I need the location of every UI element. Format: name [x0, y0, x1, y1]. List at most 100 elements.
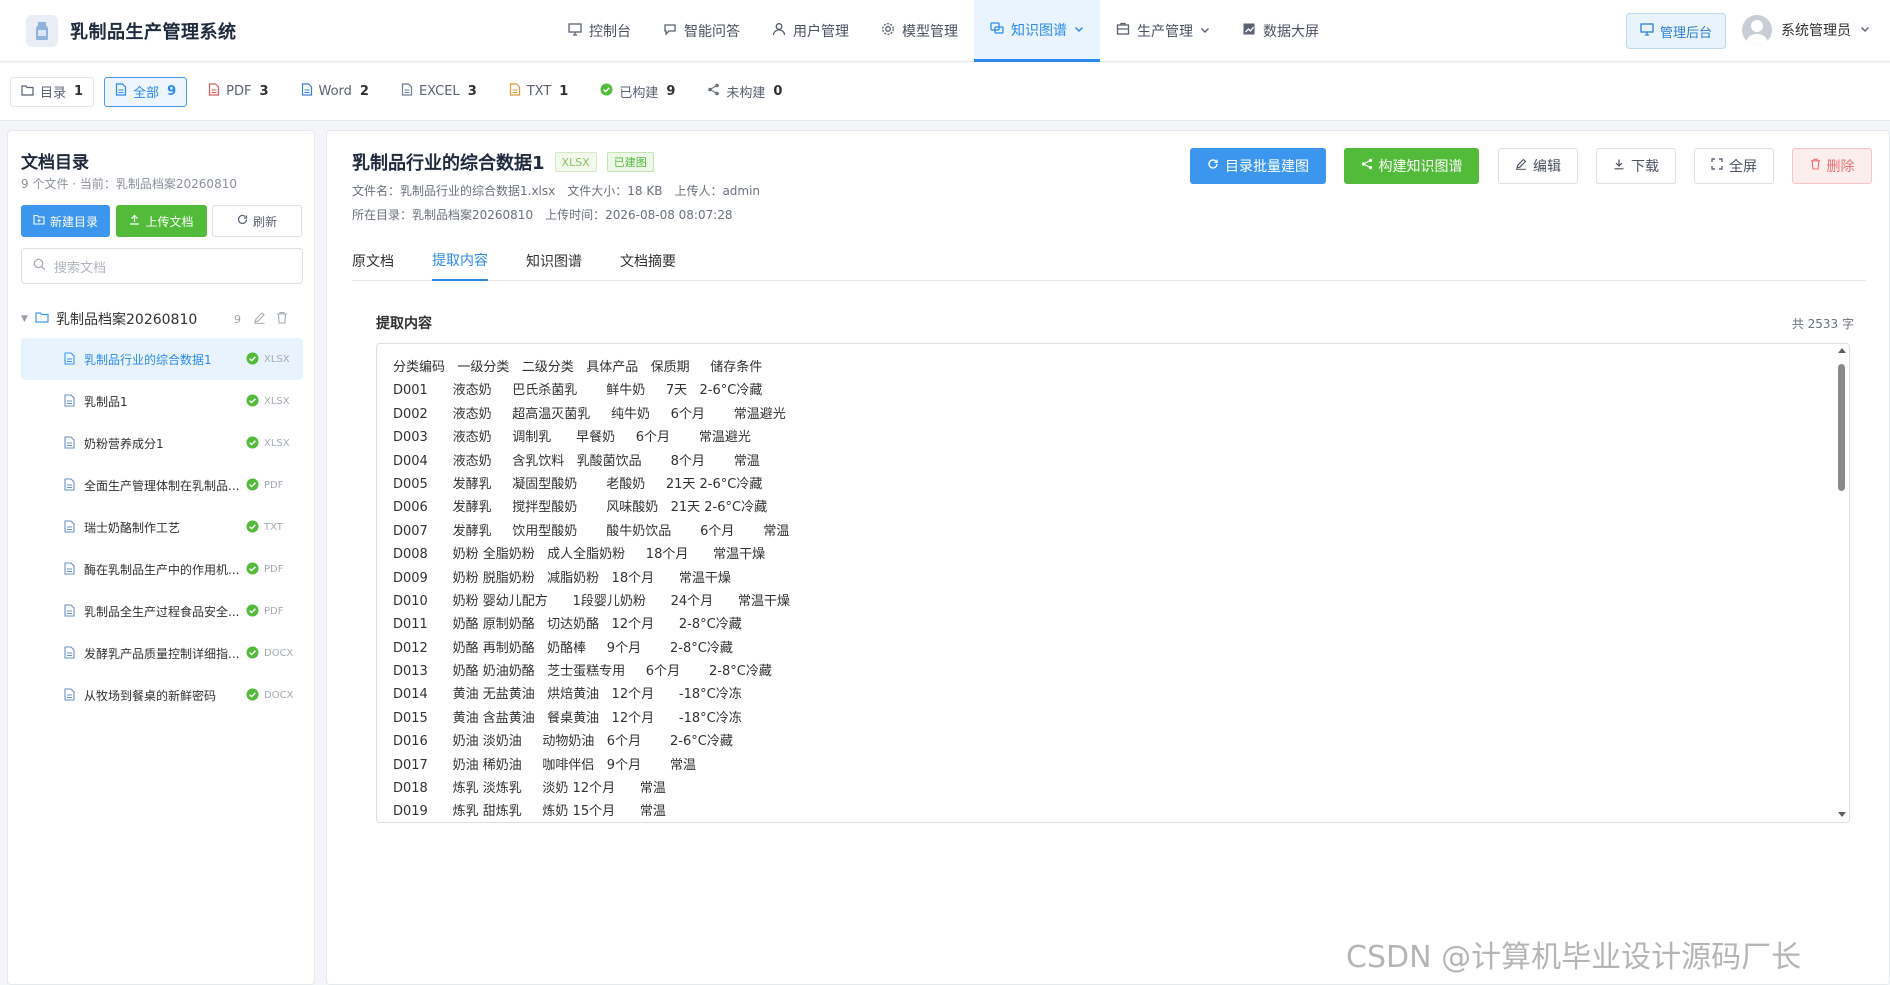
content-line: D005 发酵乳 凝固型酸奶 老酸奶 21天 2-6°C冷藏 [393, 476, 763, 492]
folder-icon [21, 84, 34, 100]
document-search-input[interactable]: 搜索文档 [21, 248, 303, 284]
filter-label: 未构建 [726, 86, 766, 101]
folder-open-icon [35, 311, 50, 328]
file-icon [64, 604, 75, 620]
upload-label: 上传文档 [145, 214, 194, 229]
file-item[interactable]: 从牧场到餐桌的新鲜密码 DOCX [21, 674, 303, 716]
folder-item[interactable]: ▼ 乳制品档案20260810 9 [21, 307, 303, 331]
file-size-meta: 文件大小：18 KB [567, 184, 663, 198]
edit-button[interactable]: 编辑 [1498, 148, 1578, 184]
content-line: D013 奶酪 奶油奶酪 芝士蛋糕专用 6个月 2-8°C冷藏 [393, 664, 772, 680]
filter-label: EXCEL [418, 84, 460, 99]
check-circle-icon [246, 520, 259, 536]
content-line: D017 奶油 稀奶油 咖啡伴侣 9个月 常温 [393, 757, 697, 773]
file-name-meta: 文件名：乳制品行业的综合数据1.xlsx [352, 184, 556, 198]
char-count: 共 2533 字 [1791, 317, 1854, 331]
filter-txt[interactable]: TXT 1 [498, 77, 580, 107]
nav-label-knowledge-graph: 知识图谱 [1011, 22, 1067, 39]
scrollbar[interactable] [1835, 344, 1849, 822]
extracted-content-area[interactable]: 分类编码 一级分类 二级分类 具体产品 保质期 储存条件 D001 液态奶 巴氏杀… [376, 343, 1850, 823]
file-item[interactable]: 奶粉营养成分1 XLSX [21, 422, 303, 464]
upload-document-button[interactable]: 上传文档 [116, 205, 207, 237]
filter-count: 2 [359, 84, 369, 99]
file-item[interactable]: 发酵乳产品质量控制详细指... DOCX [21, 632, 303, 674]
avatar [1742, 15, 1772, 45]
nav-item-dashboard[interactable]: 控制台 [552, 0, 647, 62]
file-name: 酶在乳制品生产中的作用机... [84, 562, 240, 577]
user-name: 系统管理员 [1781, 23, 1851, 39]
pdf-icon [208, 83, 220, 100]
tab-original[interactable]: 原文档 [352, 241, 394, 281]
filter-label: PDF [226, 84, 252, 99]
filter-pdf[interactable]: PDF 3 [197, 77, 279, 107]
nav-item-production[interactable]: 生产管理 [1100, 0, 1226, 62]
nav-item-knowledge-graph[interactable]: 知识图谱 [974, 0, 1100, 62]
refresh-button[interactable]: 刷新 [212, 205, 302, 237]
content-line: D014 黄油 无盐黄油 烘焙黄油 12个月 -18°C冷冻 [393, 687, 742, 703]
content-line: D011 奶酪 原制奶酪 切达奶酪 12个月 2-8°C冷藏 [393, 617, 742, 633]
admin-console-button[interactable]: 管理后台 [1626, 13, 1726, 49]
batch-build-button[interactable]: 目录批量建图 [1190, 148, 1326, 184]
gear-icon [881, 22, 895, 40]
directory-meta: 所在目录：乳制品档案20260810 [352, 208, 534, 222]
nav-item-users[interactable]: 用户管理 [756, 0, 865, 62]
nav-item-qa[interactable]: 智能问答 [647, 0, 756, 62]
txt-icon [509, 83, 521, 100]
file-name: 乳制品全生产过程食品安全... [84, 604, 240, 619]
trash-icon[interactable] [276, 311, 288, 328]
filter-all[interactable]: 全部 9 [104, 76, 188, 107]
new-folder-button[interactable]: 新建目录 [21, 205, 110, 237]
filter-built[interactable]: 已构建 9 [589, 77, 686, 107]
file-type: PDF [264, 563, 284, 575]
chevron-down-icon [1200, 23, 1210, 39]
caret-down-icon[interactable]: ▼ [21, 314, 35, 324]
scroll-up-arrow-icon[interactable] [1838, 348, 1846, 353]
folder-name: 乳制品档案20260810 [56, 312, 198, 328]
chevron-down-icon [1074, 22, 1084, 38]
scrollbar-thumb[interactable] [1838, 364, 1845, 491]
file-type-tag: XLSX [554, 152, 597, 172]
content-line: D009 奶粉 脱脂奶粉 减脂奶粉 18个月 常温干燥 [393, 570, 731, 586]
edit-icon[interactable] [253, 311, 266, 328]
nav-item-models[interactable]: 模型管理 [865, 0, 974, 62]
tab-extracted[interactable]: 提取内容 [432, 241, 488, 281]
tab-knowledge-graph[interactable]: 知识图谱 [526, 241, 582, 281]
extract-section-title: 提取内容 [376, 316, 432, 332]
file-icon [64, 394, 75, 410]
file-item[interactable]: 全面生产管理体制在乳制品... PDF [21, 464, 303, 506]
scroll-down-arrow-icon[interactable] [1838, 812, 1846, 817]
content-line: D004 液态奶 含乳饮料 乳酸菌饮品 8个月 常温 [393, 453, 760, 469]
file-item[interactable]: 瑞士奶酪制作工艺 TXT [21, 506, 303, 548]
nav-label-production: 生产管理 [1137, 24, 1193, 40]
milk-bottle-logo-icon [26, 15, 58, 47]
filter-folders[interactable]: 目录 1 [10, 76, 95, 107]
filter-unbuilt[interactable]: 未构建 0 [696, 77, 793, 107]
sidebar-subtitle: 9 个文件 · 当前：乳制品档案20260810 [21, 177, 237, 191]
user-menu[interactable]: 系统管理员 [1742, 15, 1870, 45]
document-header: 乳制品行业的综合数据1 XLSX 已建图 [352, 149, 654, 175]
document-filter-bar: 目录 1 全部 9 PDF 3 Word 2 EXCEL 3 TXT 1 已构建… [0, 63, 1890, 121]
file-name: 全面生产管理体制在乳制品... [84, 478, 240, 493]
nav-item-big-screen[interactable]: 数据大屏 [1226, 0, 1335, 62]
tab-summary[interactable]: 文档摘要 [620, 241, 676, 281]
filter-excel[interactable]: EXCEL 3 [390, 77, 488, 107]
file-item[interactable]: 酶在乳制品生产中的作用机... PDF [21, 548, 303, 590]
fullscreen-button[interactable]: 全屏 [1694, 148, 1774, 184]
watermark-text: CSDN @计算机毕业设计源码厂长 [1346, 940, 1802, 975]
file-item[interactable]: 乳制品1 XLSX [21, 380, 303, 422]
content-line: D019 炼乳 甜炼乳 炼奶 15个月 常温 [393, 804, 666, 820]
file-type: DOCX [264, 647, 294, 659]
filter-count: 3 [259, 84, 269, 99]
delete-button[interactable]: 删除 [1792, 148, 1872, 184]
filter-word[interactable]: Word 2 [290, 77, 380, 107]
chevron-down-icon [1860, 22, 1870, 38]
file-item[interactable]: 乳制品全生产过程食品安全... PDF [21, 590, 303, 632]
document-title: 乳制品行业的综合数据1 [352, 153, 545, 174]
brand[interactable]: 乳制品生产管理系统 [26, 15, 237, 47]
sidebar-title: 文档目录 [21, 153, 89, 173]
file-name: 瑞士奶酪制作工艺 [84, 520, 181, 535]
search-placeholder: 搜索文档 [54, 260, 107, 276]
download-button[interactable]: 下载 [1596, 148, 1676, 184]
file-item[interactable]: 乳制品行业的综合数据1 XLSX [21, 338, 303, 380]
build-graph-button[interactable]: 构建知识图谱 [1344, 148, 1479, 184]
